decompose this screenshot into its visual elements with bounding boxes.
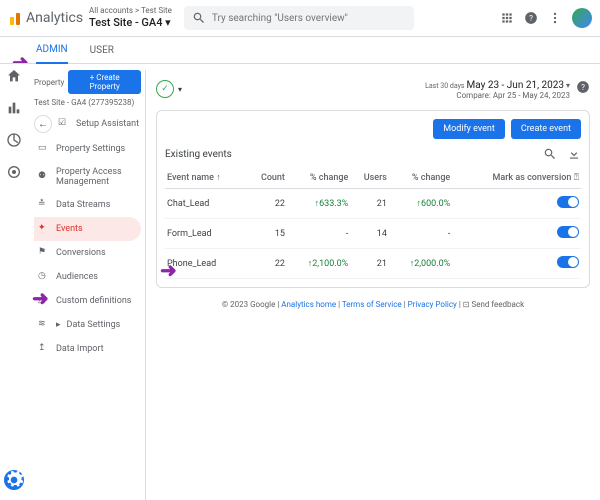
tab-admin[interactable]: ADMIN <box>36 36 68 64</box>
conversion-toggle[interactable] <box>557 226 579 238</box>
avatar[interactable] <box>572 8 592 28</box>
advertising-icon[interactable] <box>6 164 22 180</box>
col-change2[interactable]: % change <box>389 167 452 189</box>
search-box[interactable] <box>184 6 414 30</box>
send-feedback[interactable]: Send feedback <box>471 300 524 309</box>
sidebar-item-custom[interactable]: △Custom definitions <box>34 289 141 313</box>
layers-icon: ≋ <box>38 319 50 331</box>
flag-icon: ⚑ <box>38 247 50 259</box>
conversion-toggle[interactable] <box>557 256 579 268</box>
events-card: Modify event Create event Existing event… <box>156 110 590 288</box>
admin-tabs: ADMIN USER <box>0 36 600 64</box>
stream-icon: ≛ <box>38 199 50 211</box>
help-icon[interactable]: ? <box>576 80 590 94</box>
events-icon: ✦ <box>38 223 50 235</box>
footer: © 2023 Google | Analytics home | Terms o… <box>156 300 590 309</box>
search-icon <box>192 11 206 25</box>
footer-link[interactable]: Privacy Policy <box>408 300 457 309</box>
top-bar: Analytics All accounts > Test Site Test … <box>0 0 600 36</box>
top-icons: ? <box>500 8 592 28</box>
create-event-button[interactable]: Create event <box>511 119 581 139</box>
col-change1[interactable]: % change <box>287 167 350 189</box>
product-name: Analytics <box>26 10 83 26</box>
help-icon[interactable]: ? <box>524 11 538 25</box>
sidebar-item-setup[interactable]: ☑Setup Assistant <box>58 118 139 130</box>
col-count[interactable]: Count <box>247 167 287 189</box>
table-row[interactable]: Phone_Lead22↑2,100.0%21↑2,000.0% <box>165 249 581 279</box>
checkbox-icon: ☑ <box>58 118 70 130</box>
admin-sidebar: Property + Create Property Test Site - G… <box>34 70 146 500</box>
sidebar-item-access[interactable]: ⚉Property Access Management <box>34 161 141 193</box>
create-property-button[interactable]: + Create Property <box>68 70 141 94</box>
conversion-toggle[interactable] <box>557 196 579 208</box>
home-icon[interactable] <box>6 68 22 84</box>
breadcrumb: All accounts > Test Site <box>89 7 172 16</box>
status-check-icon[interactable]: ✓ <box>156 80 174 98</box>
property-id: Test Site - GA4 (277395238) <box>34 98 141 107</box>
upload-icon: ↥ <box>38 343 50 355</box>
svg-text:?: ? <box>581 82 585 92</box>
reports-icon[interactable] <box>6 100 22 116</box>
col-mark: Mark as conversion ⍰ <box>452 167 581 189</box>
svg-text:?: ? <box>529 13 533 23</box>
download-icon[interactable] <box>567 147 581 161</box>
property-switcher[interactable]: All accounts > Test Site Test Site - GA4… <box>89 7 172 29</box>
date-range-picker[interactable]: Last 30 days May 23 - Jun 21, 2023 ▾ Com… <box>425 80 570 100</box>
col-users[interactable]: Users <box>350 167 389 189</box>
property-name: Test Site - GA4 <box>89 16 162 29</box>
events-table: Event name ↑ Count % change Users % chan… <box>165 167 581 279</box>
audience-icon: ◷ <box>38 271 50 283</box>
col-event-name[interactable]: Event name ↑ <box>165 167 247 189</box>
footer-link[interactable]: Analytics home <box>281 300 336 309</box>
analytics-logo-icon <box>8 11 22 25</box>
people-icon: ⚉ <box>38 171 50 183</box>
sidebar-item-audiences[interactable]: ◷Audiences <box>34 265 141 289</box>
document-icon: ▭ <box>38 143 50 155</box>
sidebar-item-conversions[interactable]: ⚑Conversions <box>34 241 141 265</box>
back-button[interactable]: ← <box>34 115 52 133</box>
sidebar-item-datastreams[interactable]: ≛Data Streams <box>34 193 141 217</box>
explore-icon[interactable] <box>6 132 22 148</box>
sidebar-item-property-settings[interactable]: ▭Property Settings <box>34 137 141 161</box>
custom-icon: △ <box>38 295 50 307</box>
search-icon[interactable] <box>543 147 557 161</box>
chevron-down-icon[interactable]: ▾ <box>178 85 182 94</box>
sidebar-item-events[interactable]: ✦Events <box>34 217 141 241</box>
modify-event-button[interactable]: Modify event <box>433 119 505 139</box>
table-row[interactable]: Form_Lead15-14- <box>165 219 581 249</box>
footer-link[interactable]: Terms of Service <box>342 300 402 309</box>
main-content: ✓ ▾ Last 30 days May 23 - Jun 21, 2023 ▾… <box>146 70 600 500</box>
left-rail <box>0 64 28 500</box>
gear-icon[interactable] <box>4 470 24 490</box>
card-title: Existing events <box>165 149 232 160</box>
apps-icon[interactable] <box>500 11 514 25</box>
sidebar-item-data-import[interactable]: ↥Data Import <box>34 337 141 361</box>
table-row[interactable]: Chat_Lead22↑633.3%21↑600.0% <box>165 189 581 219</box>
more-icon[interactable] <box>548 11 562 25</box>
tab-user[interactable]: USER <box>90 45 114 56</box>
logo: Analytics <box>8 10 83 26</box>
property-label: Property <box>34 78 64 87</box>
search-input[interactable] <box>212 13 406 24</box>
sidebar-item-data-settings[interactable]: ≋▸ Data Settings <box>34 313 141 337</box>
